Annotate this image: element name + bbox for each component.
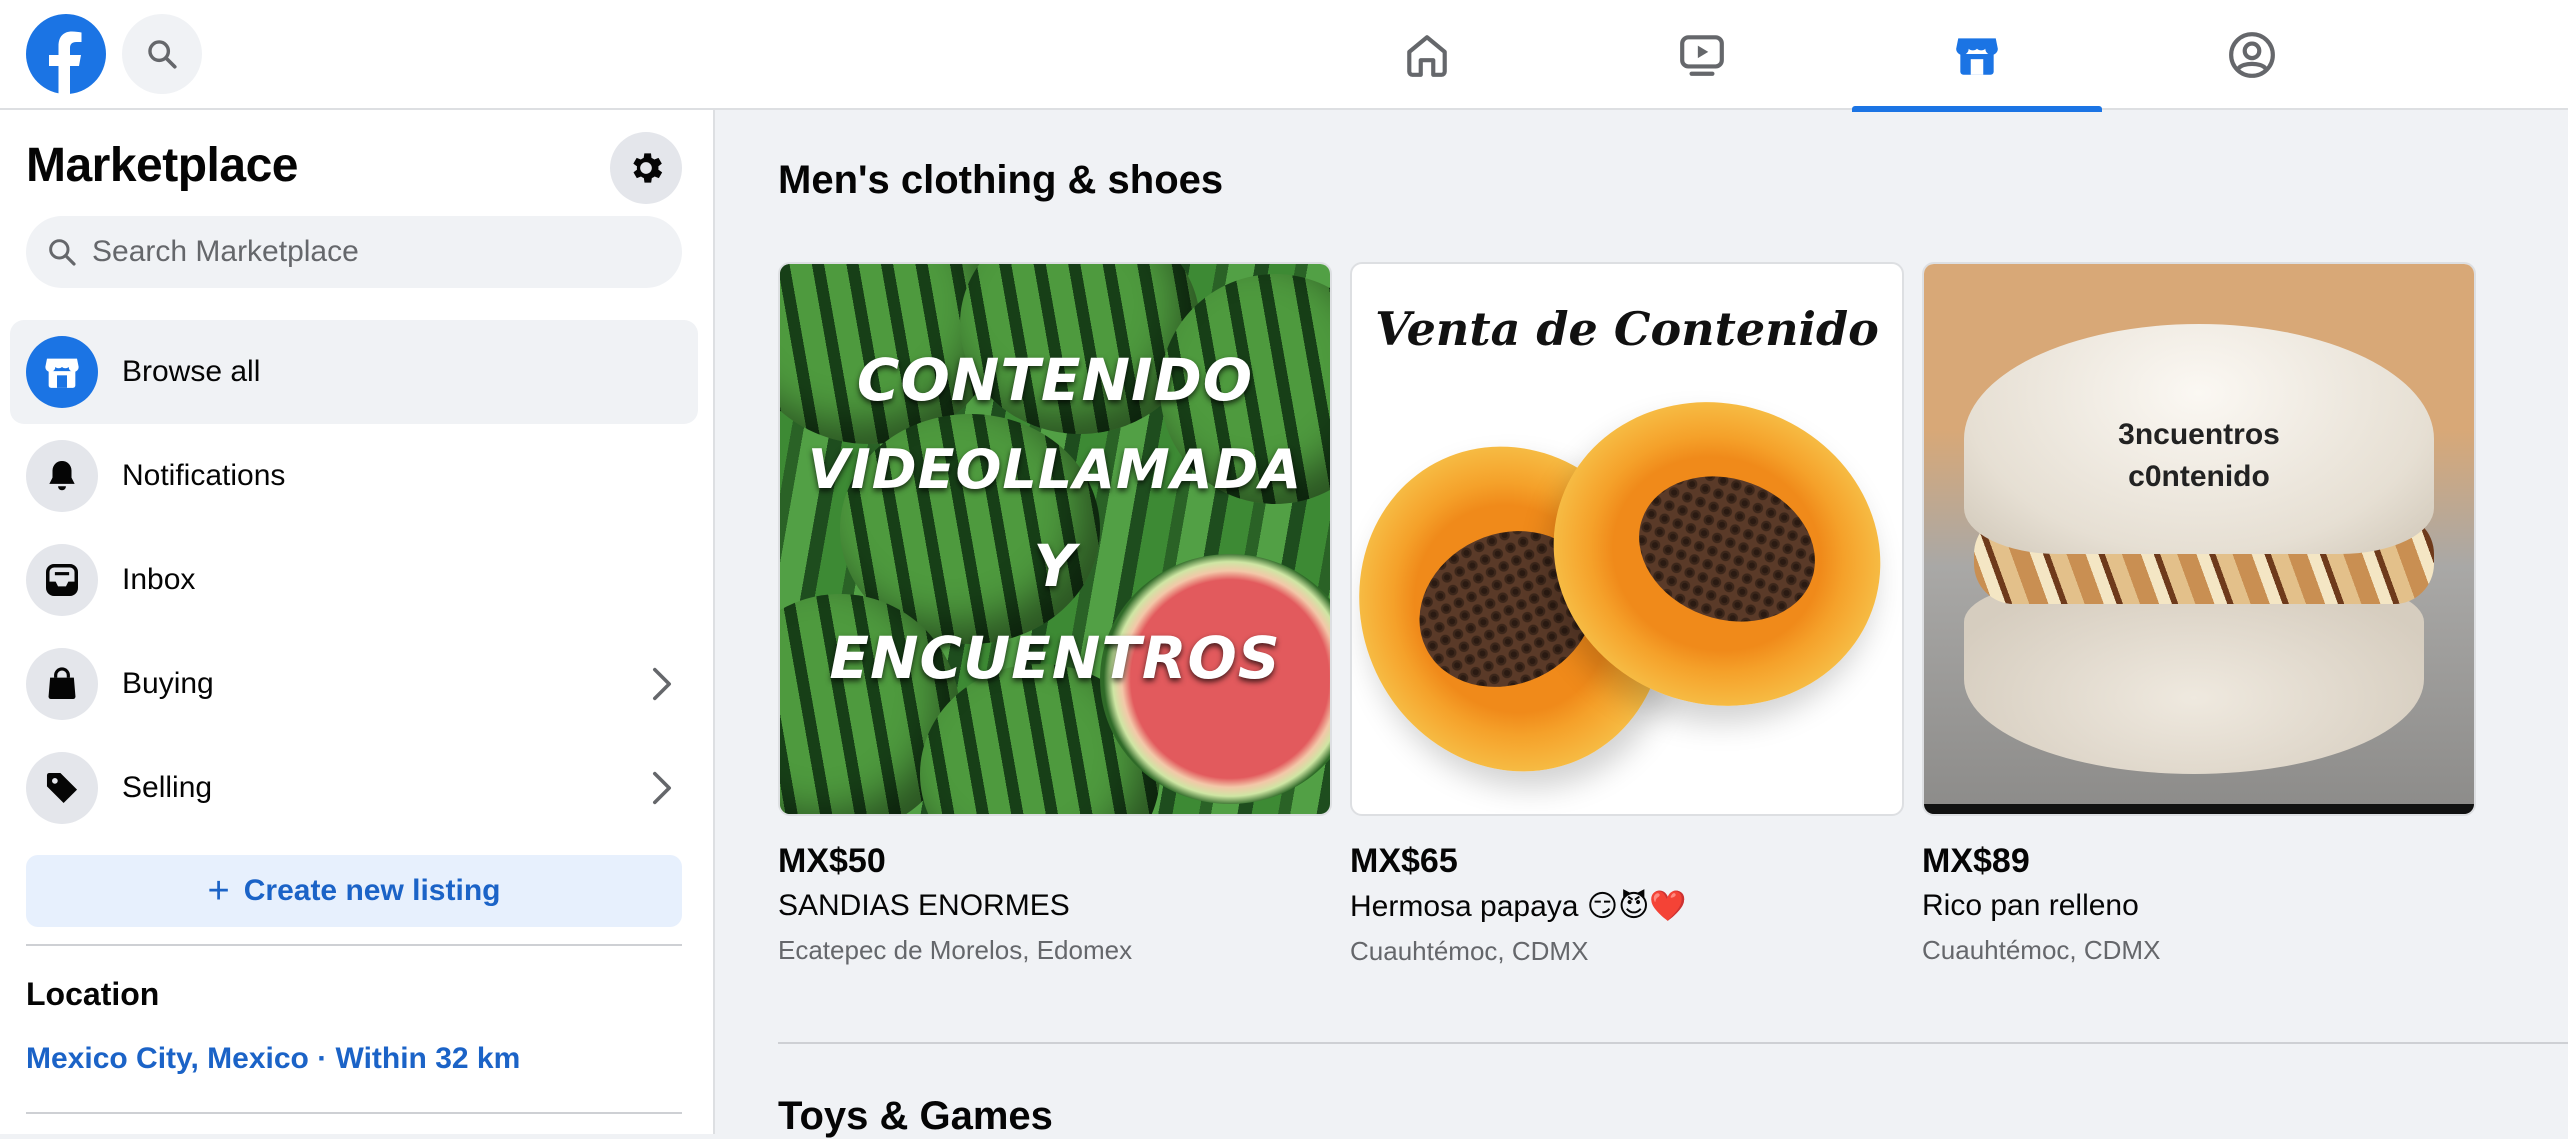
listing-card[interactable]: 3ncuentros c0ntenido MX$89 Rico pan rell… bbox=[1922, 262, 2476, 966]
sidebar-item-inbox[interactable]: Inbox bbox=[10, 528, 698, 632]
sidebar-item-buying[interactable]: Buying bbox=[10, 632, 698, 736]
tab-watch[interactable] bbox=[1577, 0, 1827, 110]
listing-card[interactable]: CONTENIDO VIDEOLLAMADA Y ENCUENTROS MX$5… bbox=[778, 262, 1332, 966]
listing-location: Ecatepec de Morelos, Edomex bbox=[778, 935, 1133, 965]
search-button[interactable] bbox=[122, 14, 202, 94]
image-text: VIDEOLLAMADA bbox=[807, 438, 1303, 501]
video-icon bbox=[1680, 35, 1724, 76]
image-text: Y bbox=[1033, 532, 1077, 600]
sidebar-item-label: Buying bbox=[122, 667, 214, 700]
image-text: CONTENIDO bbox=[856, 346, 1254, 414]
marketplace-sidebar: Marketplace Browse all Notific bbox=[0, 110, 715, 1134]
listing-location: Cuauhtémoc, CDMX bbox=[1350, 936, 1589, 966]
settings-button[interactable] bbox=[610, 132, 682, 204]
listing-title[interactable]: SANDIAS ENORMES bbox=[778, 889, 1332, 923]
profile-circle-icon bbox=[2229, 32, 2275, 78]
storefront-icon bbox=[26, 336, 98, 408]
shopping-bag-icon bbox=[26, 648, 98, 720]
marketplace-feed: Men's clothing & shoes CONTENIDO VIDEOLL… bbox=[717, 110, 2568, 1138]
image-text: ENCUENTROS bbox=[829, 624, 1281, 692]
chevron-right-icon bbox=[644, 770, 680, 806]
listing-title[interactable]: Rico pan relleno bbox=[1922, 889, 2476, 923]
plus-icon: + bbox=[207, 870, 230, 912]
create-new-listing-label: Create new listing bbox=[243, 874, 501, 907]
location-heading: Location bbox=[26, 976, 160, 1012]
section-title: Men's clothing & shoes bbox=[778, 158, 1224, 202]
section-divider bbox=[778, 1042, 2568, 1044]
listing-price: MX$65 bbox=[1350, 842, 1458, 880]
sidebar-divider bbox=[26, 1112, 682, 1114]
sidebar-divider bbox=[26, 944, 682, 946]
chevron-right-icon bbox=[644, 666, 680, 702]
sidebar-item-label: Selling bbox=[122, 771, 213, 804]
create-new-listing-button[interactable]: + Create new listing bbox=[26, 855, 682, 927]
image-text-line: c0ntenido bbox=[2128, 460, 2270, 493]
tab-home[interactable] bbox=[1302, 0, 1552, 110]
sidebar-item-selling[interactable]: Selling bbox=[10, 736, 698, 840]
storefront-icon bbox=[1956, 38, 1998, 75]
listing-card[interactable]: Venta de Contenido MX$65 Hermosa papaya … bbox=[1350, 262, 1904, 967]
sidebar-item-label: Notifications bbox=[122, 459, 286, 492]
tab-marketplace[interactable] bbox=[1852, 0, 2102, 112]
inbox-icon bbox=[26, 544, 98, 616]
sidebar-item-label: Browse all bbox=[122, 355, 261, 388]
marketplace-search-field[interactable] bbox=[26, 216, 682, 288]
sidebar-item-browse-all[interactable]: Browse all bbox=[10, 320, 698, 424]
tab-groups[interactable] bbox=[2127, 0, 2377, 110]
facebook-logo-icon[interactable] bbox=[26, 14, 106, 94]
price-tag-icon bbox=[26, 752, 98, 824]
location-link[interactable]: Mexico City, Mexico · Within 32 km bbox=[26, 1042, 520, 1076]
search-icon bbox=[49, 239, 76, 266]
sidebar-item-notifications[interactable]: Notifications bbox=[10, 424, 698, 528]
listing-price: MX$50 bbox=[778, 842, 886, 880]
image-text: Venta de Contenido bbox=[1375, 302, 1879, 356]
gear-icon bbox=[633, 153, 663, 183]
bell-icon bbox=[26, 440, 98, 512]
home-icon bbox=[1407, 35, 1447, 77]
listing-image[interactable]: CONTENIDO VIDEOLLAMADA Y ENCUENTROS bbox=[778, 262, 1332, 816]
listing-title[interactable]: Hermosa papaya 😏😈❤️ bbox=[1350, 889, 1904, 924]
sidebar-item-label: Inbox bbox=[122, 563, 196, 596]
search-icon bbox=[148, 40, 177, 69]
sidebar-title: Marketplace bbox=[26, 139, 298, 192]
marketplace-search-input[interactable] bbox=[92, 235, 652, 269]
section-title: Toys & Games bbox=[778, 1094, 1053, 1138]
image-text: 3ncuentros c0ntenido bbox=[1924, 414, 2474, 498]
top-navigation-bar bbox=[0, 0, 2568, 112]
image-text-line: 3ncuentros bbox=[2118, 418, 2280, 451]
listing-image[interactable]: Venta de Contenido bbox=[1350, 262, 1904, 816]
listing-price: MX$89 bbox=[1922, 842, 2030, 880]
listing-image[interactable]: 3ncuentros c0ntenido bbox=[1922, 262, 2476, 816]
listing-location: Cuauhtémoc, CDMX bbox=[1922, 935, 2161, 965]
